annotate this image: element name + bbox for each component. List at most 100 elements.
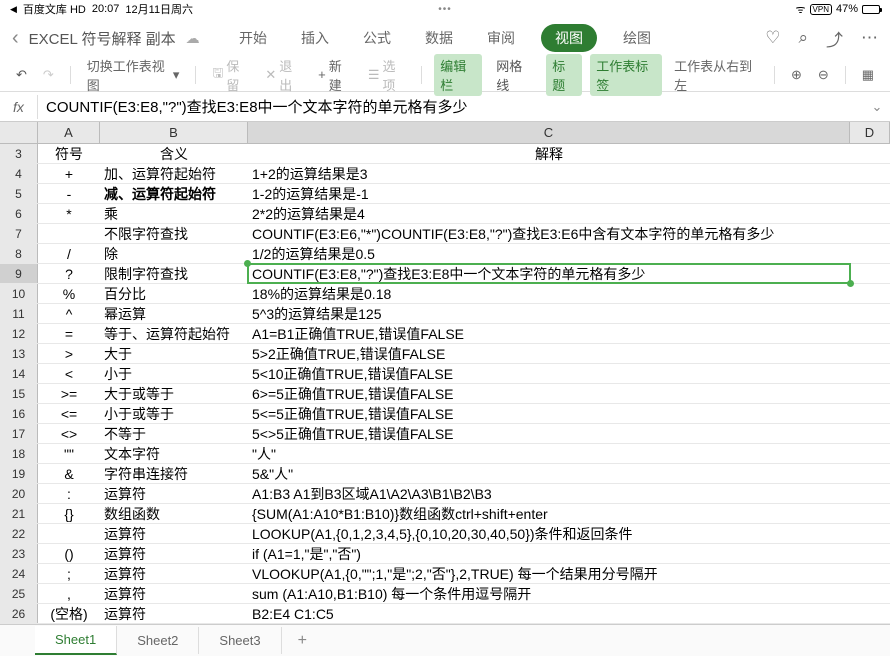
search-icon[interactable]: ⌕ <box>798 28 808 48</box>
cell[interactable]: 运算符 <box>100 564 248 583</box>
sheet-tab-2[interactable]: Sheet3 <box>199 627 281 654</box>
cell[interactable]: 减、运算符起始符 <box>100 184 248 203</box>
cell[interactable] <box>38 524 100 543</box>
cell[interactable]: 限制字符查找 <box>100 264 248 283</box>
cell[interactable]: 运算符 <box>100 604 248 623</box>
cell[interactable]: 1+2的运算结果是3 <box>248 164 850 183</box>
cell[interactable]: (空格) <box>38 604 100 623</box>
row-number[interactable]: 26 <box>0 604 38 623</box>
row-number[interactable]: 21 <box>0 504 38 523</box>
cell[interactable]: 5&"人" <box>248 464 850 483</box>
cell[interactable]: COUNTIF(E3:E8,"?")查找E3:E8中一个文本字符的单元格有多少 <box>248 264 850 283</box>
row-number[interactable]: 7 <box>0 224 38 243</box>
rtl-toggle[interactable]: 工作表从右到左 <box>670 54 762 96</box>
cell[interactable]: 含义 <box>100 144 248 163</box>
cell[interactable]: LOOKUP(A1,{0,1,2,3,4,5},{0,10,20,30,40,5… <box>248 524 850 543</box>
cell[interactable]: ; <box>38 564 100 583</box>
cell[interactable]: {} <box>38 504 100 523</box>
ribbon-tab-0[interactable]: 开始 <box>231 24 275 52</box>
ribbon-tab-1[interactable]: 插入 <box>293 24 337 52</box>
sheet-tab-1[interactable]: Sheet2 <box>117 627 199 654</box>
sheet-tab-0[interactable]: Sheet1 <box>35 626 117 655</box>
cell[interactable]: 除 <box>100 244 248 263</box>
more-icon[interactable]: ⋯ <box>861 28 878 48</box>
cell[interactable]: 加、运算符起始符 <box>100 164 248 183</box>
row-number[interactable]: 15 <box>0 384 38 403</box>
cell[interactable]: 文本字符 <box>100 444 248 463</box>
cell[interactable]: = <box>38 324 100 343</box>
cell[interactable]: COUNTIF(E3:E6,"*")COUNTIF(E3:E8,"?")查找E3… <box>248 224 850 243</box>
undo-icon[interactable]: ↶ <box>12 65 31 85</box>
cell[interactable]: 运算符 <box>100 484 248 503</box>
zoom-out-icon[interactable]: ⊖ <box>814 65 833 85</box>
cell[interactable]: 乘 <box>100 204 248 223</box>
cell[interactable]: 运算符 <box>100 544 248 563</box>
cell[interactable]: 等于、运算符起始符 <box>100 324 248 343</box>
cell[interactable]: 不限字符查找 <box>100 224 248 243</box>
row-number[interactable]: 17 <box>0 424 38 443</box>
row-number[interactable]: 11 <box>0 304 38 323</box>
cell[interactable]: 字符串连接符 <box>100 464 248 483</box>
row-number[interactable]: 3 <box>0 144 38 163</box>
cell[interactable]: 1/2的运算结果是0.5 <box>248 244 850 263</box>
cell[interactable]: * <box>38 204 100 223</box>
row-number[interactable]: 12 <box>0 324 38 343</box>
cell[interactable]: - <box>38 184 100 203</box>
ribbon-tab-2[interactable]: 公式 <box>355 24 399 52</box>
spreadsheet-grid[interactable]: 3符号含义解释4+加、运算符起始符1+2的运算结果是35-减、运算符起始符1-2… <box>0 144 890 624</box>
cloud-icon[interactable]: ☁ <box>186 30 200 47</box>
headings-toggle[interactable]: 标题 <box>546 54 582 96</box>
cell[interactable]: VLOOKUP(A1,{0,"";1,"是";2,"否"},2,TRUE) 每一… <box>248 564 850 583</box>
cell[interactable]: A1=B1正确值TRUE,错误值FALSE <box>248 324 850 343</box>
cell[interactable]: >= <box>38 384 100 403</box>
cell[interactable]: 小于 <box>100 364 248 383</box>
cell[interactable]: ^ <box>38 304 100 323</box>
row-number[interactable]: 10 <box>0 284 38 303</box>
zoom-in-icon[interactable]: ⊕ <box>787 65 806 85</box>
col-header-a[interactable]: A <box>38 122 100 143</box>
cell[interactable]: , <box>38 584 100 603</box>
row-number[interactable]: 18 <box>0 444 38 463</box>
row-number[interactable]: 13 <box>0 344 38 363</box>
cell[interactable]: 符号 <box>38 144 100 163</box>
row-number[interactable]: 24 <box>0 564 38 583</box>
row-number[interactable]: 4 <box>0 164 38 183</box>
cell[interactable]: 大于 <box>100 344 248 363</box>
cell[interactable]: 不等于 <box>100 424 248 443</box>
row-number[interactable]: 25 <box>0 584 38 603</box>
row-number[interactable]: 16 <box>0 404 38 423</box>
cell[interactable]: A1:B3 A1到B3区域A1\A2\A3\B1\B2\B3 <box>248 484 850 503</box>
gridlines-toggle[interactable]: 网格线 <box>490 54 538 96</box>
cell[interactable]: 5>2正确值TRUE,错误值FALSE <box>248 344 850 363</box>
col-header-b[interactable]: B <box>100 122 248 143</box>
cell[interactable]: B2:E4 C1:C5 <box>248 604 850 623</box>
fx-label[interactable]: fx <box>0 95 38 119</box>
ribbon-tab-6[interactable]: 绘图 <box>615 24 659 52</box>
back-app-label[interactable]: 百度文库 HD <box>23 1 86 17</box>
cell[interactable]: & <box>38 464 100 483</box>
cell[interactable]: 18%的运算结果是0.18 <box>248 284 850 303</box>
row-number[interactable]: 20 <box>0 484 38 503</box>
cell[interactable]: 5<>5正确值TRUE,错误值FALSE <box>248 424 850 443</box>
row-number[interactable]: 9 <box>0 264 38 283</box>
cell[interactable]: 5<10正确值TRUE,错误值FALSE <box>248 364 850 383</box>
cell[interactable]: + <box>38 164 100 183</box>
view-switch-button[interactable]: 切换工作表视图 ▾ <box>83 54 184 96</box>
col-header-c[interactable]: C <box>248 122 850 143</box>
ribbon-tab-4[interactable]: 审阅 <box>479 24 523 52</box>
cell[interactable]: 运算符 <box>100 584 248 603</box>
grid-icon[interactable]: ▦ <box>858 65 878 85</box>
cell[interactable]: 幂运算 <box>100 304 248 323</box>
row-number[interactable]: 22 <box>0 524 38 543</box>
cell[interactable]: {SUM(A1:A10*B1:B10)}数组函数ctrl+shift+enter <box>248 504 850 523</box>
cell[interactable]: 1-2的运算结果是-1 <box>248 184 850 203</box>
select-all-corner[interactable] <box>0 122 38 143</box>
cell[interactable]: 数组函数 <box>100 504 248 523</box>
cell[interactable]: / <box>38 244 100 263</box>
row-number[interactable]: 14 <box>0 364 38 383</box>
cell[interactable]: 运算符 <box>100 524 248 543</box>
row-number[interactable]: 5 <box>0 184 38 203</box>
cell[interactable]: 小于或等于 <box>100 404 248 423</box>
ribbon-tab-5[interactable]: 视图 <box>541 24 597 52</box>
editbar-toggle[interactable]: 编辑栏 <box>434 54 482 96</box>
